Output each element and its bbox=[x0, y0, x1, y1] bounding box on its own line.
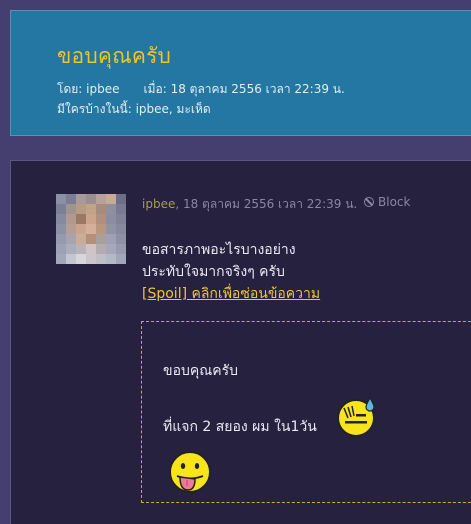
tongue-out-emoji-icon bbox=[169, 451, 211, 493]
spoiler-line-2: ที่แจก 2 สยอง ผม ใน1วัน bbox=[163, 419, 317, 435]
when-label: เมื่อ: bbox=[143, 82, 167, 96]
block-label: Block bbox=[378, 195, 411, 209]
viewers-list[interactable]: ipbee, มะเห็ด bbox=[136, 102, 211, 116]
sweat-smile-emoji-icon bbox=[337, 396, 375, 437]
avatar[interactable] bbox=[56, 194, 126, 264]
topic-title: ขอบคุณครับ bbox=[57, 44, 172, 68]
post: ipbee, 18 ตุลาคม 2556 เวลา 22:39 น. Bloc… bbox=[10, 160, 471, 524]
block-button[interactable]: Block bbox=[364, 195, 410, 209]
topic-author-line: โดย: ipbee เมื่อ: 18 ตุลาคม 2556 เวลา 22:… bbox=[57, 79, 345, 99]
spoiler-line-1: ขอบคุณครับ bbox=[163, 363, 238, 379]
viewers-label: มีใครบ้างในนี้: bbox=[57, 102, 132, 116]
post-meta: ipbee, 18 ตุลาคม 2556 เวลา 22:39 น. Bloc… bbox=[142, 195, 410, 214]
topic-author[interactable]: ipbee bbox=[86, 82, 119, 96]
post-body: ขอสารภาพอะไรบางอย่าง ประทับใจมากจริงๆ คร… bbox=[142, 239, 320, 305]
topic-date: 18 ตุลาคม 2556 เวลา 22:39 น. bbox=[170, 82, 345, 96]
topic-header: ขอบคุณครับ โดย: ipbee เมื่อ: 18 ตุลาคม 25… bbox=[10, 10, 471, 136]
viewers-line: มีใครบ้างในนี้: ipbee, มะเห็ด bbox=[57, 99, 345, 119]
by-label: โดย: bbox=[57, 82, 83, 96]
topic-meta: โดย: ipbee เมื่อ: 18 ตุลาคม 2556 เวลา 22:… bbox=[57, 79, 345, 119]
spoiler-toggle-link[interactable]: [Spoil] คลิกเพื่อซ่อนข้อความ bbox=[142, 283, 320, 305]
post-line-2: ประทับใจมากจริงๆ ครับ bbox=[142, 264, 285, 280]
spoiler-content: ขอบคุณครับ ที่แจก 2 สยอง ผม ใน1วัน bbox=[141, 321, 471, 503]
post-line-1: ขอสารภาพอะไรบางอย่าง bbox=[142, 242, 296, 258]
post-author[interactable]: ipbee bbox=[142, 197, 175, 211]
block-icon bbox=[364, 197, 374, 207]
post-date: , 18 ตุลาคม 2556 เวลา 22:39 น. bbox=[175, 197, 358, 211]
